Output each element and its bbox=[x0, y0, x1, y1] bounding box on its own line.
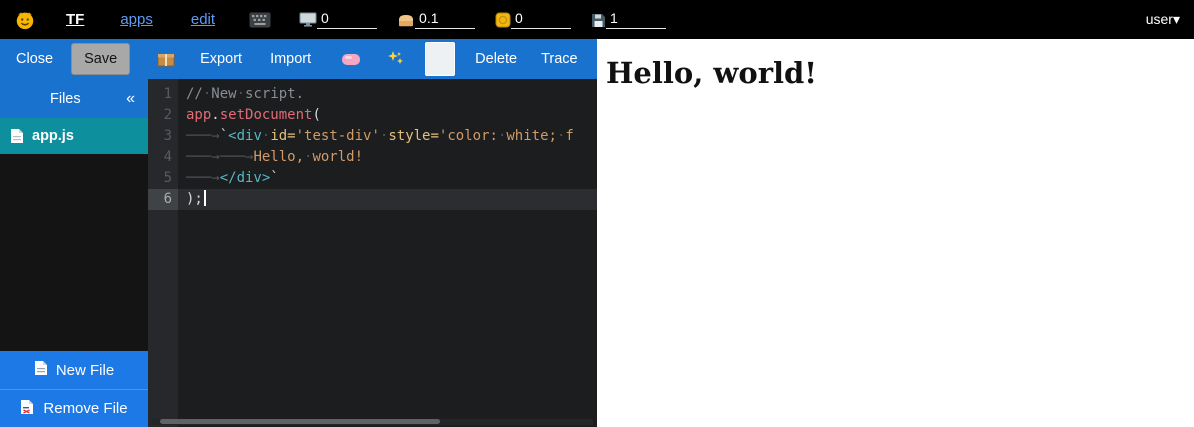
files-panel-title: Files bbox=[50, 91, 81, 107]
code-line[interactable]: 6); bbox=[148, 189, 597, 210]
smiley-icon[interactable] bbox=[14, 9, 36, 31]
file-actions: New File Remove File bbox=[0, 351, 148, 427]
text-cursor bbox=[204, 190, 206, 206]
line-number: 5 bbox=[148, 168, 178, 189]
remove-file-button[interactable]: Remove File bbox=[0, 389, 148, 427]
close-button[interactable]: Close bbox=[16, 51, 53, 67]
code-text: ───→───→Hello,·world! bbox=[178, 147, 363, 168]
monitor-stat-field[interactable]: 0 bbox=[317, 11, 377, 29]
line-number: 3 bbox=[148, 126, 178, 147]
sparkles-icon[interactable] bbox=[387, 50, 405, 68]
line-number: 1 bbox=[148, 84, 178, 105]
remove-file-icon bbox=[20, 399, 35, 419]
app-preview: Hello, world! bbox=[597, 39, 1194, 427]
soap-icon[interactable] bbox=[341, 52, 361, 66]
code-line[interactable]: 5───→</div>` bbox=[148, 168, 597, 189]
blank-button[interactable] bbox=[425, 42, 455, 76]
code-text: //·New·script. bbox=[178, 84, 304, 105]
document-icon bbox=[10, 128, 24, 144]
package-icon[interactable] bbox=[156, 50, 176, 68]
line-number: 6 bbox=[148, 189, 178, 210]
bread-icon bbox=[397, 13, 415, 28]
code-text: ───→`<div·id='test-div'·style='color:·wh… bbox=[178, 126, 574, 147]
code-line[interactable]: 4───→───→Hello,·world! bbox=[148, 147, 597, 168]
new-file-button[interactable]: New File bbox=[0, 351, 148, 389]
stat-monitor: 0 bbox=[299, 11, 377, 29]
horizontal-scrollbar[interactable] bbox=[152, 419, 593, 425]
file-list: app.js bbox=[0, 118, 148, 351]
coin-icon bbox=[495, 12, 511, 28]
trace-button[interactable]: Trace bbox=[541, 51, 578, 67]
monitor-icon bbox=[299, 12, 317, 28]
save-button[interactable]: Save bbox=[71, 43, 130, 75]
line-number: 4 bbox=[148, 147, 178, 168]
remove-file-label: Remove File bbox=[43, 400, 127, 417]
code-line[interactable]: 3───→`<div·id='test-div'·style='color:·w… bbox=[148, 126, 597, 147]
new-file-label: New File bbox=[56, 362, 114, 379]
bread-stat-field[interactable]: 0.1 bbox=[415, 11, 475, 29]
import-button[interactable]: Import bbox=[270, 51, 311, 67]
files-panel-header: Files « bbox=[0, 79, 148, 118]
floppy-icon bbox=[591, 13, 606, 28]
floppy-stat-field[interactable]: 1 bbox=[606, 11, 666, 29]
code-text: ); bbox=[178, 189, 206, 210]
code-line[interactable]: 1//·New·script. bbox=[148, 84, 597, 105]
user-menu[interactable]: user▾ bbox=[1146, 11, 1180, 28]
new-file-icon bbox=[34, 360, 48, 380]
code-editor[interactable]: 1//·New·script.2app.setDocument(3───→`<d… bbox=[148, 79, 597, 427]
nav-link-apps[interactable]: apps bbox=[120, 11, 153, 28]
preview-heading: Hello, world! bbox=[606, 56, 1194, 90]
stat-floppy: 1 bbox=[591, 11, 666, 29]
code-text: ───→</div>` bbox=[178, 168, 279, 189]
keyboard-icon[interactable] bbox=[249, 12, 271, 28]
stat-coin: 0 bbox=[495, 11, 571, 29]
stat-bread: 0.1 bbox=[397, 11, 475, 29]
scrollbar-thumb[interactable] bbox=[160, 419, 440, 424]
editor-toolbar: Close Save Export Import Delete Trace bbox=[0, 39, 597, 79]
brand-link[interactable]: TF bbox=[66, 11, 84, 28]
file-name: app.js bbox=[32, 128, 74, 144]
file-list-item-appjs[interactable]: app.js bbox=[0, 118, 148, 154]
code-text: app.setDocument( bbox=[178, 105, 321, 126]
export-button[interactable]: Export bbox=[200, 51, 242, 67]
delete-button[interactable]: Delete bbox=[475, 51, 517, 67]
topbar: TF apps edit 0 bbox=[0, 0, 1194, 39]
code-line[interactable]: 2app.setDocument( bbox=[148, 105, 597, 126]
nav-link-edit[interactable]: edit bbox=[191, 11, 215, 28]
coin-stat-field[interactable]: 0 bbox=[511, 11, 571, 29]
code-lines: 1//·New·script.2app.setDocument(3───→`<d… bbox=[148, 79, 597, 210]
collapse-panel-button[interactable]: « bbox=[126, 90, 135, 108]
line-number: 2 bbox=[148, 105, 178, 126]
